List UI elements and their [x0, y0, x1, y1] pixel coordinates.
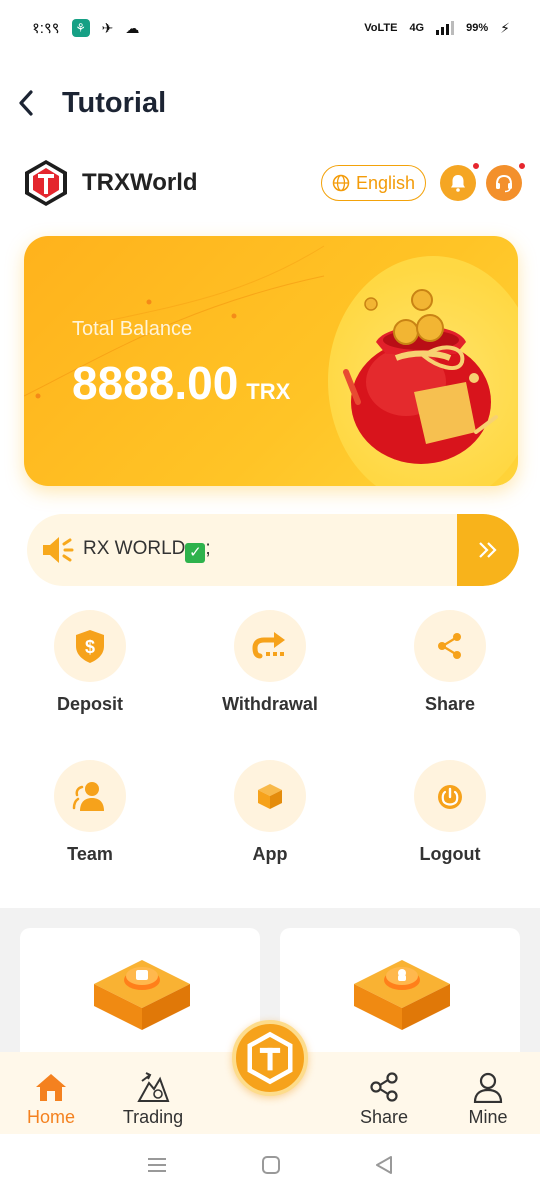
withdrawal-button[interactable]: Withdrawal — [180, 610, 360, 760]
notification-icon: ✈ — [101, 19, 114, 36]
logout-icon-circle — [414, 760, 486, 832]
app-notification-icon: ⚘ — [71, 19, 90, 37]
notice-bar[interactable]: RX WORLD ✓; — [27, 514, 519, 586]
notice-more-button[interactable] — [457, 514, 519, 586]
promo-box-illustration — [94, 960, 190, 1030]
signal-label: 4G — [409, 21, 425, 34]
page-title: Tutorial — [62, 86, 167, 119]
app-icon-circle — [234, 760, 306, 832]
balance-amount: 8888.00 — [72, 357, 239, 409]
promo-box-illustration — [354, 960, 450, 1030]
trxworld-logo-icon — [247, 1031, 293, 1085]
trxworld-logo — [25, 160, 67, 206]
user-icon — [471, 1070, 505, 1104]
app-button[interactable]: App — [180, 760, 360, 910]
header: Tutorial — [0, 78, 540, 128]
deposit-icon-circle: $ — [54, 610, 126, 682]
battery-label: 99% — [466, 21, 489, 34]
globe-icon — [332, 174, 350, 192]
brand-row: TRXWorld English — [0, 155, 540, 211]
action-grid: $ Deposit Withdrawal Share Team App Logo… — [0, 610, 540, 910]
balance-unit: TRX — [246, 379, 291, 404]
team-icon-circle — [54, 760, 126, 832]
tab-trading-label: Trading — [122, 1107, 184, 1127]
back-triangle-icon[interactable] — [374, 1155, 394, 1180]
notification-badge — [472, 162, 480, 170]
withdrawal-icon-circle — [234, 610, 306, 682]
svg-text:$: $ — [85, 637, 95, 657]
balance-label: Total Balance — [72, 318, 193, 340]
balance-amount-row: 8888.00 TRX — [72, 356, 290, 410]
share-action-label: Share — [424, 694, 476, 714]
team-icon — [72, 782, 104, 811]
headset-icon — [496, 174, 512, 193]
check-icon: ✓ — [185, 542, 206, 563]
language-button[interactable]: English — [320, 165, 426, 201]
notice-semicolon: ; — [205, 537, 211, 559]
notice-text: RX WORLD — [83, 537, 186, 559]
tab-trading[interactable]: Trading — [102, 1052, 204, 1134]
withdrawal-label: Withdrawal — [222, 694, 318, 714]
deposit-label: Deposit — [56, 694, 123, 714]
team-label: Team — [67, 844, 113, 864]
cloud-icon: ☁ — [125, 19, 140, 36]
speaker-icon — [37, 530, 77, 570]
dollar-shield-icon: $ — [76, 630, 104, 663]
share-action-button[interactable]: Share — [360, 610, 540, 760]
support-badge — [518, 162, 526, 170]
notification-button[interactable] — [440, 162, 480, 201]
trading-icon — [136, 1070, 170, 1104]
logout-label: Logout — [419, 844, 481, 864]
status-left: १:९९ ⚘ ✈ ☁ — [32, 18, 139, 38]
support-button[interactable] — [486, 162, 526, 201]
center-logo-button[interactable] — [232, 1020, 308, 1096]
balance-card: Total Balance 8888.00 TRX — [24, 236, 518, 486]
share-icon — [367, 1070, 401, 1104]
tab-mine[interactable]: Mine — [436, 1052, 540, 1134]
back-icon[interactable] — [14, 90, 38, 116]
signal-icon — [436, 21, 455, 35]
tab-share-label: Share — [359, 1107, 409, 1127]
share-icon-circle — [414, 610, 486, 682]
deposit-button[interactable]: $ Deposit — [0, 610, 180, 760]
power-icon — [438, 785, 462, 809]
share-icon — [438, 633, 461, 659]
bell-icon — [451, 175, 465, 192]
cube-icon — [258, 784, 282, 809]
app-label: App — [252, 844, 288, 864]
status-bar: १:९९ ⚘ ✈ ☁ VoLTE 4G 99% ⚡ — [0, 0, 540, 56]
tab-share[interactable]: Share — [332, 1052, 436, 1134]
tab-home-label: Home — [26, 1107, 75, 1127]
tab-home[interactable]: Home — [0, 1052, 102, 1134]
network-label: VoLTE — [364, 21, 398, 34]
money-bag-illustration — [343, 289, 498, 464]
tab-mine-label: Mine — [468, 1107, 508, 1127]
menu-icon[interactable] — [146, 1156, 168, 1179]
system-nav-bar — [0, 1134, 540, 1200]
brand-name: TRXWorld — [82, 169, 198, 196]
action-row: Team App Logout — [0, 760, 540, 910]
action-row: $ Deposit Withdrawal Share — [0, 610, 540, 760]
status-time: १:९९ — [32, 20, 60, 37]
team-button[interactable]: Team — [0, 760, 180, 910]
status-right: VoLTE 4G 99% ⚡ — [364, 20, 510, 37]
home-square-icon[interactable] — [261, 1155, 281, 1180]
notice-text-row: RX WORLD ✓; — [77, 538, 457, 563]
double-chevron-right-icon — [479, 542, 497, 558]
charging-icon: ⚡ — [500, 19, 510, 36]
home-icon — [34, 1070, 68, 1104]
language-label: English — [355, 172, 415, 193]
redirect-arrow-icon — [252, 632, 285, 659]
logout-button[interactable]: Logout — [360, 760, 540, 910]
